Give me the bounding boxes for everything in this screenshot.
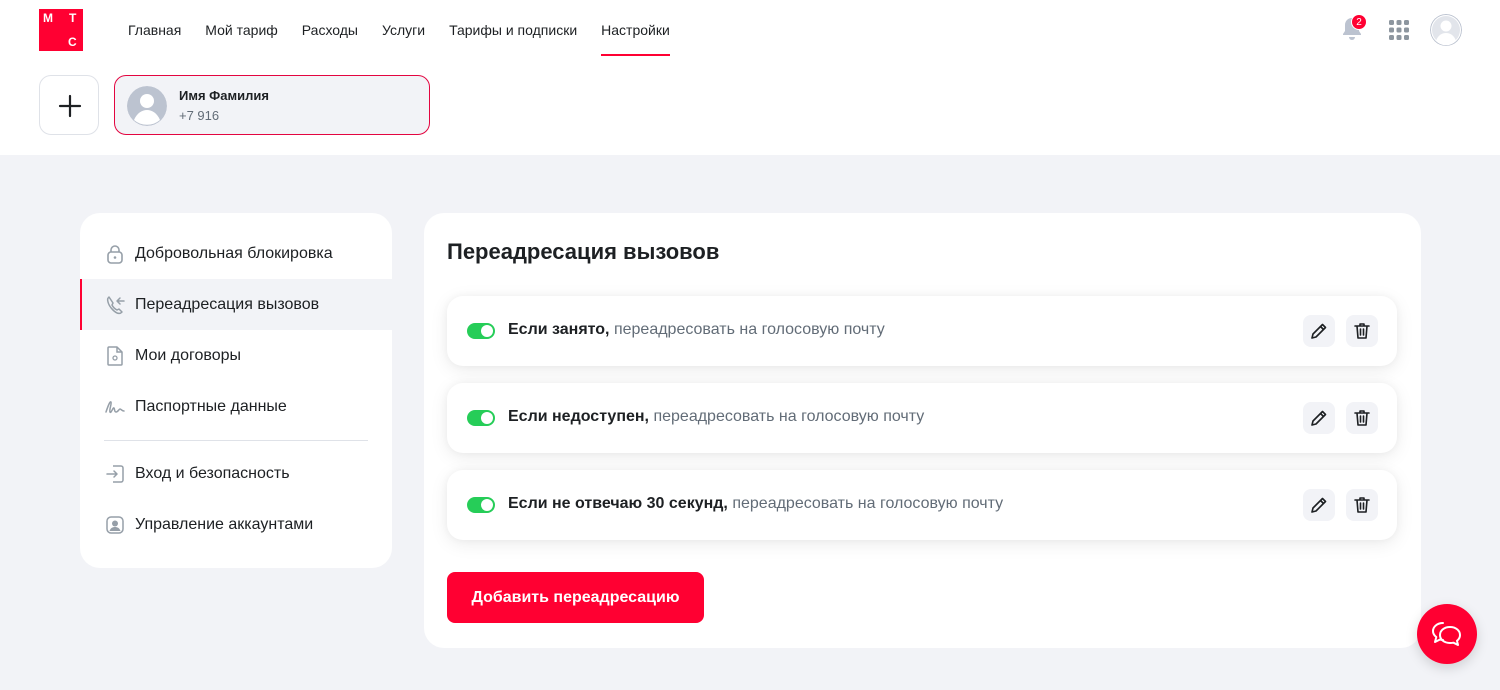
nav-item-settings[interactable]: Настройки <box>589 0 682 60</box>
logo-letter-t: Т <box>69 11 77 25</box>
nav-item-services[interactable]: Услуги <box>370 0 437 60</box>
current-account-card[interactable]: Имя Фамилия +7 916 <box>114 75 430 135</box>
sidebar-item-label: Мои договоры <box>135 346 242 364</box>
nav-item-expenses[interactable]: Расходы <box>290 0 370 60</box>
edit-rule-button[interactable] <box>1303 315 1335 347</box>
delete-rule-button[interactable] <box>1346 315 1378 347</box>
chat-button[interactable] <box>1417 604 1477 664</box>
forwarding-rule: Если занято, переадресовать на голосовую… <box>447 296 1397 366</box>
sidebar-item-call-forwarding[interactable]: Переадресация вызовов <box>80 279 392 330</box>
rule-toggle[interactable] <box>467 410 495 426</box>
delete-rule-button[interactable] <box>1346 489 1378 521</box>
sidebar-item-account-management[interactable]: Управление аккаунтами <box>80 499 392 550</box>
edit-rule-button[interactable] <box>1303 489 1335 521</box>
pencil-icon <box>1311 497 1327 513</box>
account-icon <box>104 514 126 536</box>
edit-rule-button[interactable] <box>1303 402 1335 434</box>
trash-icon <box>1354 497 1370 513</box>
delete-rule-button[interactable] <box>1346 402 1378 434</box>
sidebar-item-passport[interactable]: Паспортные данные <box>80 381 392 432</box>
rule-action: переадресовать на голосовую почту <box>732 495 1004 512</box>
settings-sidebar: Добровольная блокировка Переадресация вы… <box>80 213 392 568</box>
notification-badge: 2 <box>1351 14 1367 30</box>
sidebar-item-contracts[interactable]: Мои договоры <box>80 330 392 381</box>
header: М Т С Главная Мой тариф Расходы Услуги Т… <box>0 0 1500 155</box>
pencil-icon <box>1311 323 1327 339</box>
rule-action: переадресовать на голосовую почту <box>653 408 925 425</box>
nav-item-home[interactable]: Главная <box>116 0 193 60</box>
sidebar-item-label: Добровольная блокировка <box>135 244 333 262</box>
sidebar-item-voluntary-block[interactable]: Добровольная блокировка <box>80 228 392 279</box>
rule-toggle[interactable] <box>467 323 495 339</box>
sidebar-item-label: Паспортные данные <box>135 397 287 415</box>
lock-icon <box>104 243 126 265</box>
account-phone: +7 916 <box>179 108 220 123</box>
pencil-icon <box>1311 410 1327 426</box>
sidebar-item-login-security[interactable]: Вход и безопасность <box>80 448 392 499</box>
account-avatar <box>127 86 167 126</box>
rule-action: переадресовать на голосовую почту <box>613 321 885 338</box>
add-forwarding-button[interactable]: Добавить переадресацию <box>447 572 704 623</box>
sidebar-divider <box>104 440 368 441</box>
rule-text: Если не отвечаю 30 секунд, переадресоват… <box>508 495 1003 513</box>
login-icon <box>104 463 126 485</box>
sidebar-item-label: Управление аккаунтами <box>135 515 314 533</box>
avatar[interactable] <box>1430 14 1462 46</box>
sidebar-item-label: Вход и безопасность <box>135 464 290 482</box>
forwarding-rule: Если недоступен, переадресовать на голос… <box>447 383 1397 453</box>
nav-item-tariffs-subscriptions[interactable]: Тарифы и подписки <box>437 0 589 60</box>
apps-grid-icon[interactable] <box>1389 20 1409 40</box>
rule-condition: Если занято, <box>508 321 610 338</box>
document-icon <box>104 345 126 367</box>
sidebar-item-label: Переадресация вызовов <box>135 295 320 313</box>
mts-logo[interactable]: М Т С <box>39 9 83 51</box>
call-forwarding-panel: Переадресация вызовов Если занято, переа… <box>424 213 1421 648</box>
forwarding-rule: Если не отвечаю 30 секунд, переадресоват… <box>447 470 1397 540</box>
account-name: Имя Фамилия <box>179 88 269 103</box>
logo-letter-m: М <box>43 11 53 25</box>
rule-text: Если недоступен, переадресовать на голос… <box>508 408 924 426</box>
chat-bubbles-icon <box>1432 622 1461 646</box>
page-title: Переадресация вызовов <box>447 239 720 264</box>
top-nav: Главная Мой тариф Расходы Услуги Тарифы … <box>116 0 682 60</box>
add-account-button[interactable] <box>39 75 99 135</box>
rule-toggle[interactable] <box>467 497 495 513</box>
rule-condition: Если не отвечаю 30 секунд, <box>508 495 728 512</box>
rule-condition: Если недоступен, <box>508 408 649 425</box>
trash-icon <box>1354 410 1370 426</box>
rule-text: Если занято, переадресовать на голосовую… <box>508 321 885 339</box>
trash-icon <box>1354 323 1370 339</box>
plus-icon <box>58 94 82 118</box>
signature-icon <box>104 396 126 418</box>
call-forward-icon <box>104 294 126 316</box>
nav-item-my-tariff[interactable]: Мой тариф <box>193 0 289 60</box>
logo-letter-s: С <box>68 35 77 49</box>
